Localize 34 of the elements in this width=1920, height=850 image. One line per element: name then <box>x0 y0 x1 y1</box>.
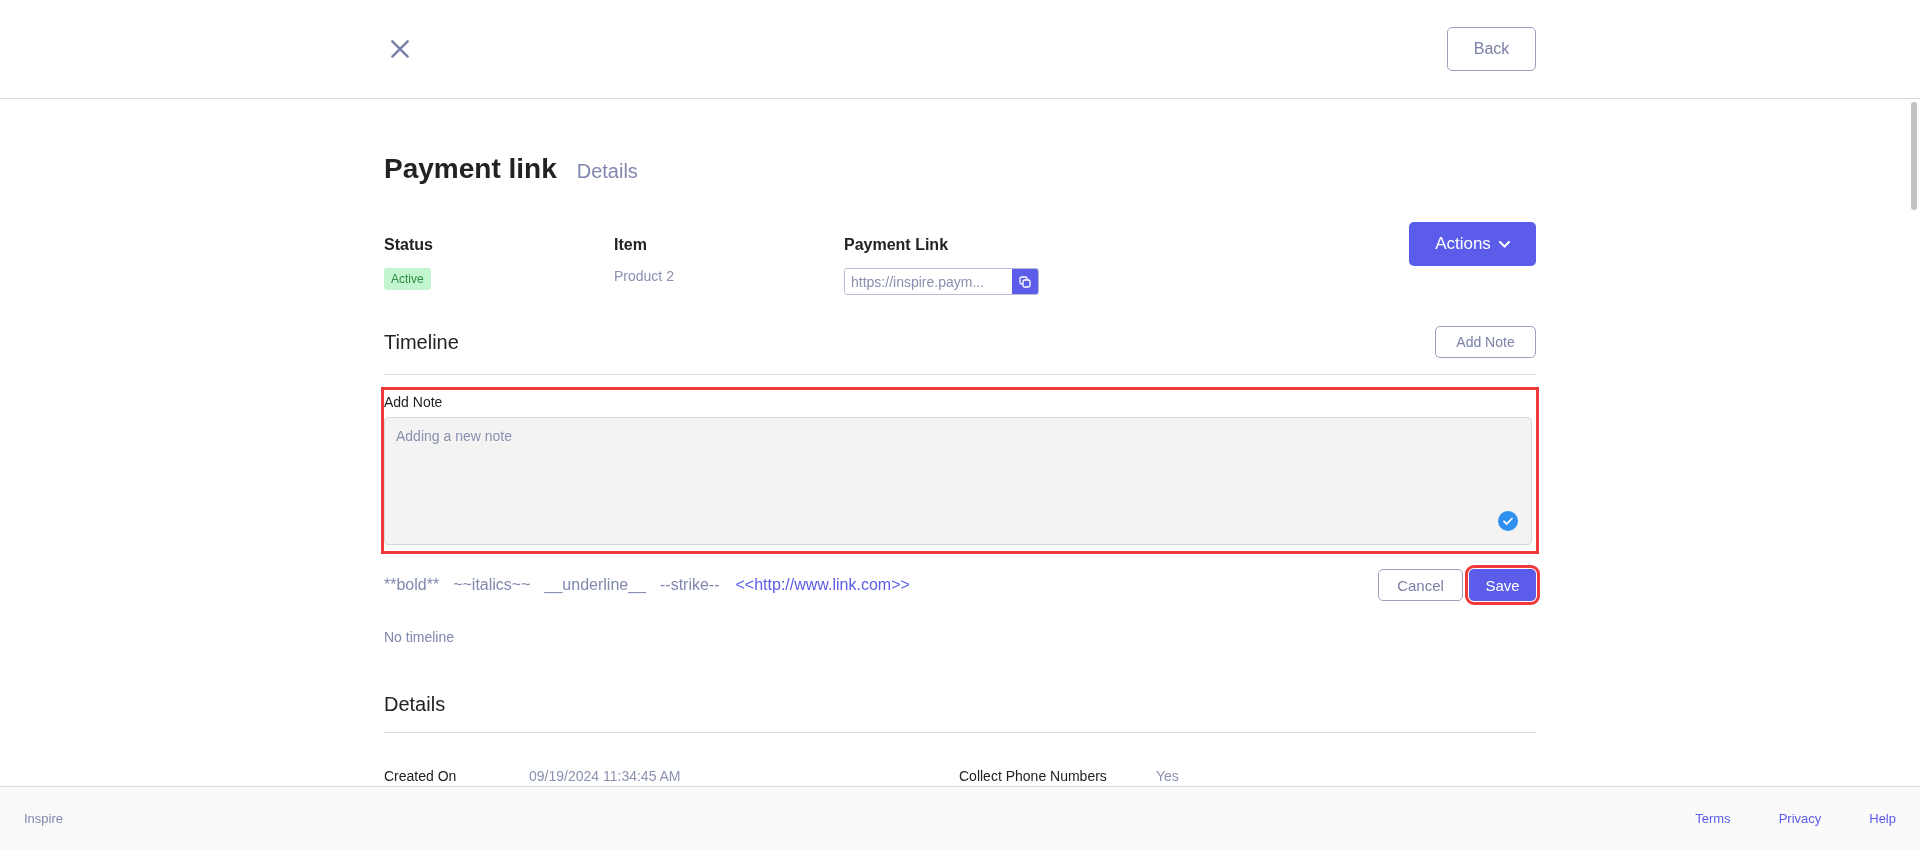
page-subtitle: Details <box>576 160 638 183</box>
section-title: Details <box>384 693 446 716</box>
page-title: Payment link <box>384 153 557 185</box>
format-hint: __underline__ <box>544 576 646 594</box>
field-value: Product 2 <box>614 268 675 284</box>
detail-label: Collect Phone Numbers <box>959 768 1108 784</box>
field-label: Add Note <box>384 394 444 410</box>
field-label: Item <box>614 236 648 254</box>
footer-link[interactable]: Terms <box>1695 811 1731 826</box>
payment-link-field[interactable]: https://inspire.paym... <box>844 268 1039 295</box>
footer-brand: Inspire <box>24 811 64 826</box>
detail-value: Yes <box>1156 768 1180 784</box>
status-badge: Active <box>384 268 431 290</box>
check-circle-icon <box>1498 511 1518 531</box>
note-input-field[interactable]: Adding a new note <box>384 417 1532 545</box>
detail-label: Created On <box>384 768 458 784</box>
scrollbar[interactable] <box>1911 102 1917 210</box>
cancel-button[interactable]: Cancel <box>1378 569 1463 601</box>
copy-icon[interactable] <box>1019 275 1031 288</box>
actions-button[interactable]: Actions <box>1409 222 1536 266</box>
section-title: Timeline <box>384 330 459 354</box>
format-hint: **bold** <box>384 576 440 594</box>
empty-timeline-text: No timeline <box>384 629 456 645</box>
footer-link[interactable]: Help <box>1869 811 1896 826</box>
chevron-down-icon <box>1498 240 1510 248</box>
detail-value: 09/19/2024 11:34:45 AM <box>529 768 682 784</box>
back-button[interactable]: Back <box>1447 27 1536 71</box>
footer-link[interactable]: Privacy <box>1778 811 1822 826</box>
add-note-button[interactable]: Add Note <box>1435 326 1536 358</box>
format-hint: --strike-- <box>659 576 720 594</box>
format-hint: ~~italics~~ <box>453 576 531 594</box>
close-icon[interactable] <box>389 38 411 60</box>
field-label: Payment Link <box>844 236 950 254</box>
field-label: Status <box>384 236 434 254</box>
